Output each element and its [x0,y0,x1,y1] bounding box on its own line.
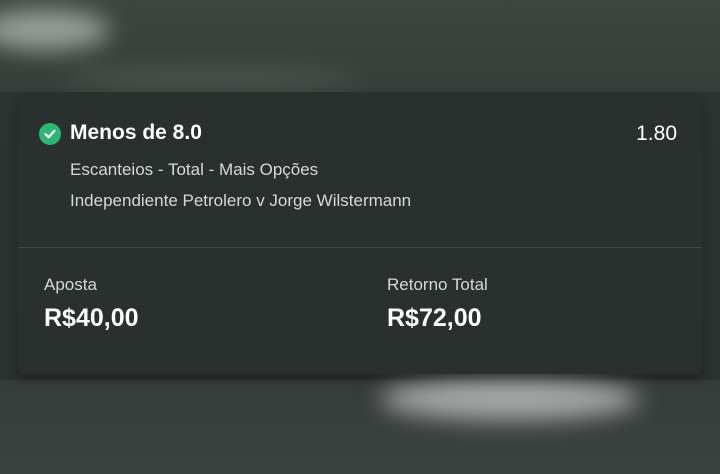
blurred-shape [60,70,360,88]
bet-selection: Menos de 8.0 1.80 Escanteios - Total - M… [18,92,702,248]
selection-name: Menos de 8.0 [70,121,202,144]
total-return-value: R$72,00 [387,304,482,332]
stake-label: Aposta [44,275,97,294]
bet-receipt-screen: Menos de 8.0 1.80 Escanteios - Total - M… [0,0,720,474]
selection-odds: 1.80 [636,122,677,145]
event-name: Independiente Petrolero v Jorge Wilsterm… [70,191,412,210]
market-name: Escanteios - Total - Mais Opções [70,160,319,179]
checkmark-icon [44,129,56,139]
stake-value: R$40,00 [44,304,139,332]
total-return-label: Retorno Total [387,275,488,294]
blurred-shape [380,378,640,420]
check-circle-icon [39,123,61,145]
bet-card: Menos de 8.0 1.80 Escanteios - Total - M… [18,92,702,374]
